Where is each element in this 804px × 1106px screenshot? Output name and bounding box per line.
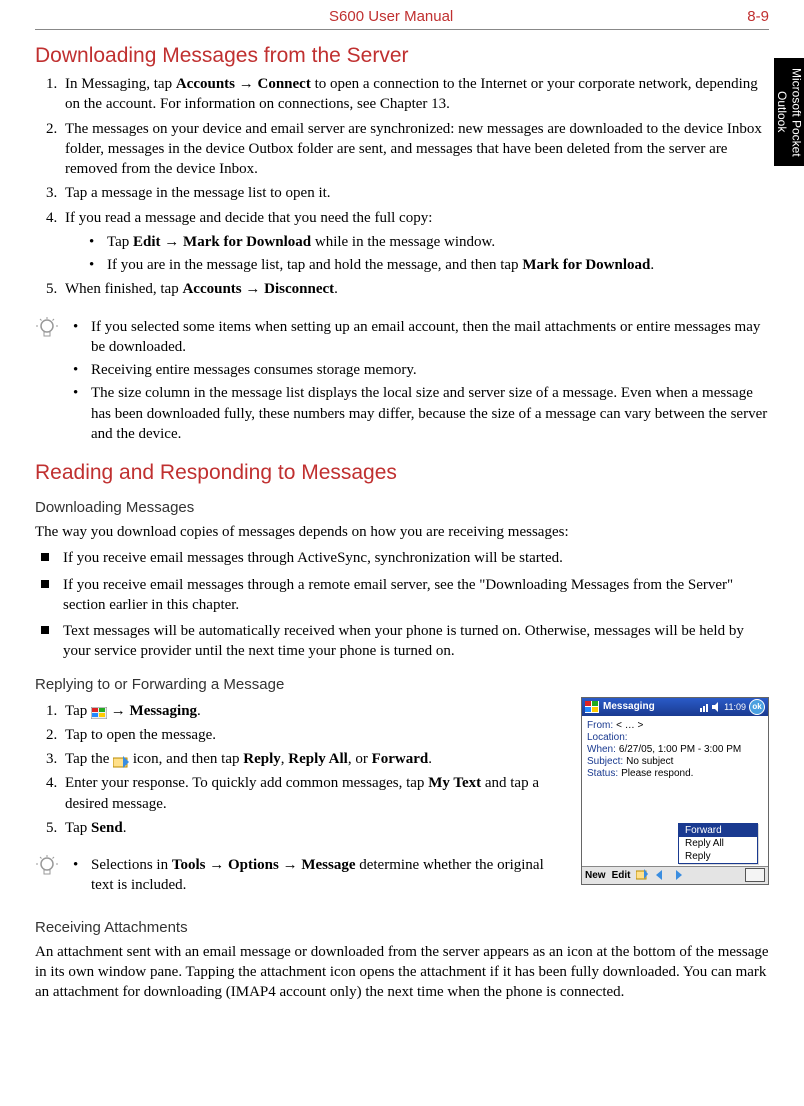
body-text: The way you download copies of messages … [35, 522, 769, 542]
device-screenshot: Messaging 11:09 ok From:< … > Location: … [581, 697, 769, 885]
list-item: Text messages will be automatically rece… [41, 621, 769, 662]
label: Status: [587, 768, 618, 779]
note-list: Selections in Tools → Options → Message … [63, 852, 569, 899]
steps-list: In Messaging, tap Accounts → Connect to … [35, 74, 769, 300]
label: From: [587, 720, 613, 731]
substeps: Tap Edit → Mark for Download while in th… [65, 232, 769, 276]
device-clock: 11:09 [724, 702, 746, 712]
square-list: If you receive email messages through Ac… [35, 548, 769, 661]
signal-icon [700, 702, 710, 712]
section-heading: Reading and Responding to Messages [35, 461, 769, 485]
lightbulb-icon [35, 854, 63, 878]
side-tab: Microsoft Pocket Outlook [774, 58, 804, 166]
nav-right-icon[interactable] [672, 869, 684, 881]
step: When finished, tap Accounts → Disconnect… [61, 279, 769, 299]
device-bottombar: New Edit [582, 866, 768, 884]
value: Please respond. [621, 768, 693, 779]
device-body: From:< … > Location: When:6/27/05, 1:00 … [582, 716, 768, 866]
ok-button[interactable]: ok [749, 699, 765, 715]
subsection-heading: Downloading Messages [35, 499, 769, 516]
step: Enter your response. To quickly add comm… [61, 773, 569, 814]
label: Subject: [587, 756, 623, 767]
substep: If you are in the message list, tap and … [89, 255, 769, 275]
page-number: 8-9 [747, 8, 769, 25]
step: Tap → Messaging. [61, 701, 569, 721]
note-item: Receiving entire messages consumes stora… [73, 360, 769, 380]
body-text: An attachment sent with an email message… [35, 942, 769, 1003]
subsection-heading: Receiving Attachments [35, 919, 769, 936]
step: Tap the icon, and then tap Reply, Reply … [61, 749, 569, 769]
section-heading: Downloading Messages from the Server [35, 44, 769, 68]
nav-left-icon[interactable] [654, 869, 666, 881]
value: < … > [616, 720, 643, 731]
value: 6/27/05, 1:00 PM - 3:00 PM [619, 744, 741, 755]
step: In Messaging, tap Accounts → Connect to … [61, 74, 769, 115]
reply-toolbar-icon[interactable] [636, 869, 648, 881]
menu-item-reply[interactable]: Reply [679, 850, 757, 863]
lightbulb-icon [35, 316, 63, 340]
menu-item-forward[interactable]: Forward [679, 824, 757, 837]
note-block: Selections in Tools → Options → Message … [35, 852, 569, 899]
note-item: The size column in the message list disp… [73, 383, 769, 444]
start-icon [585, 701, 599, 713]
value: No subject [626, 756, 673, 767]
header-rule [35, 29, 769, 30]
edit-button[interactable]: Edit [612, 870, 631, 881]
list-item: If you receive email messages through a … [41, 575, 769, 616]
new-button[interactable]: New [585, 870, 606, 881]
start-icon [91, 705, 107, 717]
speaker-icon [712, 702, 722, 712]
reply-icon [113, 754, 129, 766]
device-titlebar: Messaging 11:09 ok [582, 698, 768, 716]
menu-item-reply-all[interactable]: Reply All [679, 837, 757, 850]
subsection-heading: Replying to or Forwarding a Message [35, 676, 769, 693]
note-item: Selections in Tools → Options → Message … [73, 855, 569, 896]
note-list: If you selected some items when setting … [63, 314, 769, 448]
device-app-title: Messaging [603, 701, 700, 712]
step: Tap a message in the message list to ope… [61, 183, 769, 203]
label: When: [587, 744, 616, 755]
context-menu: Forward Reply All Reply [678, 823, 758, 864]
note-block: If you selected some items when setting … [35, 314, 769, 448]
list-item: If you receive email messages through Ac… [41, 548, 769, 568]
steps-list: Tap → Messaging. Tap to open the message… [35, 701, 569, 839]
device-status-icons: 11:09 [700, 702, 746, 712]
label: Location: [587, 732, 628, 743]
step: If you read a message and decide that yo… [61, 208, 769, 276]
note-item: If you selected some items when setting … [73, 317, 769, 358]
step: Tap Send. [61, 818, 569, 838]
manual-title: S600 User Manual [329, 8, 453, 25]
step: The messages on your device and email se… [61, 119, 769, 180]
substep: Tap Edit → Mark for Download while in th… [89, 232, 769, 252]
step: Tap to open the message. [61, 725, 569, 745]
keyboard-icon[interactable] [745, 868, 765, 882]
page-header: S600 User Manual 8-9 [35, 0, 769, 29]
